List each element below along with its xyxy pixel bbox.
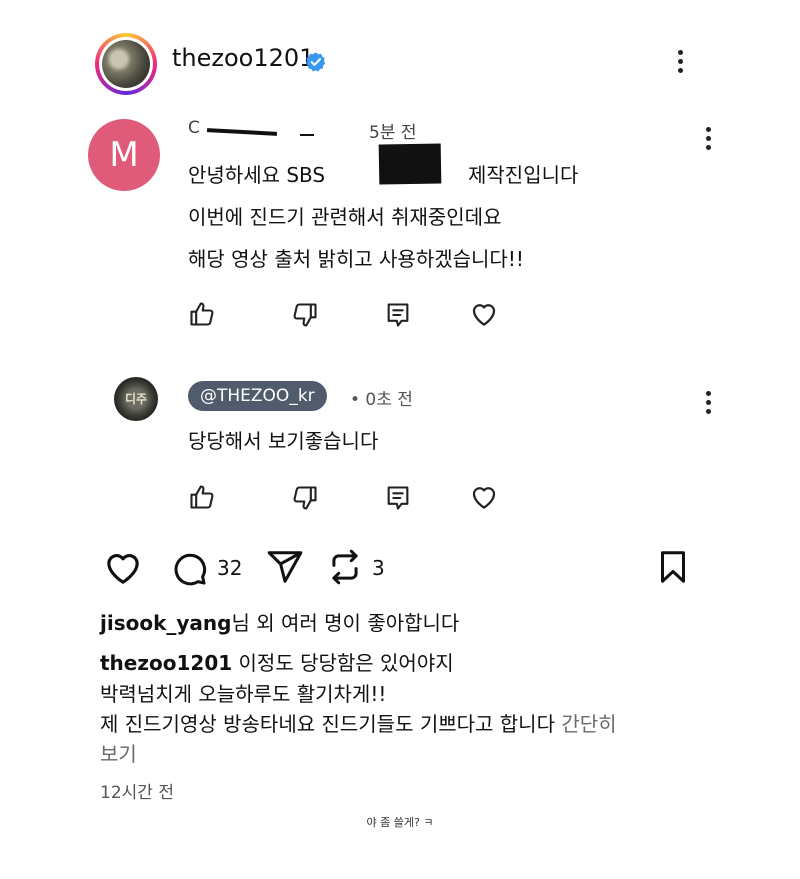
comment-line-1b: 제작진입니다 bbox=[468, 163, 579, 187]
likes-summary: jisook_yang님 외 여러 명이 좋아합니다 bbox=[100, 607, 459, 636]
footnote-caption: 야 좀 쓸게? ㅋ bbox=[366, 816, 434, 829]
comment-icon[interactable] bbox=[170, 549, 208, 587]
thumbs-down-icon[interactable] bbox=[291, 301, 319, 329]
caption-line-3: 제 진드기영상 방송타네요 진드기들도 기쁘다고 합니다 간단히 bbox=[100, 708, 617, 737]
caption-text-3: 제 진드기영상 방송타네요 진드기들도 기쁘다고 합니다 bbox=[100, 712, 555, 736]
likes-suffix: 님 외 여러 명이 좋아합니다 bbox=[231, 611, 460, 635]
reply-avatar[interactable]: 디주 bbox=[114, 377, 158, 421]
likes-user[interactable]: jisook_yang bbox=[100, 611, 231, 635]
redaction-mark bbox=[206, 128, 278, 136]
caption-user[interactable]: thezoo1201 bbox=[100, 651, 232, 675]
like-heart-icon[interactable] bbox=[103, 548, 143, 588]
redaction-mark bbox=[300, 134, 314, 136]
comment-avatar[interactable]: M bbox=[88, 119, 160, 191]
comment-author-partial: C bbox=[188, 118, 200, 138]
share-icon[interactable] bbox=[266, 548, 304, 586]
post-more-options-icon[interactable] bbox=[678, 50, 686, 77]
reply-handle[interactable]: @THEZOO_kr bbox=[188, 381, 327, 411]
comment-meta: C bbox=[188, 118, 200, 138]
reply-time: • 0초 전 bbox=[350, 390, 413, 410]
reply-icon[interactable] bbox=[384, 484, 412, 512]
thumbs-up-icon[interactable] bbox=[188, 300, 216, 328]
heart-icon[interactable] bbox=[469, 482, 499, 512]
caption-text-1: 이정도 당당함은 있어야지 bbox=[238, 651, 454, 675]
reply-more-options-icon[interactable] bbox=[706, 391, 714, 418]
thumbs-down-icon[interactable] bbox=[291, 484, 319, 512]
caption-line-2: 박력넘치게 오늘하루도 활기차게!! bbox=[100, 682, 387, 706]
verified-badge-icon bbox=[305, 52, 326, 72]
comment-line-3: 해당 영상 출처 밝히고 사용하겠습니다!! bbox=[188, 247, 524, 271]
heart-icon[interactable] bbox=[469, 299, 499, 329]
comment-more-options-icon[interactable] bbox=[706, 127, 714, 154]
comment-line-2: 이번에 진드기 관련해서 취재중인데요 bbox=[188, 205, 502, 229]
profile-avatar[interactable] bbox=[95, 33, 157, 95]
thumbs-up-icon[interactable] bbox=[188, 483, 216, 511]
redaction-box bbox=[378, 143, 442, 185]
comment-line-1a: 안녕하세요 SBS bbox=[188, 163, 326, 187]
comment-time: 5분 전 bbox=[369, 123, 417, 143]
show-less-link[interactable]: 간단히 bbox=[561, 712, 616, 736]
caption-line-1: thezoo1201 이정도 당당함은 있어야지 bbox=[100, 647, 454, 676]
reply-icon[interactable] bbox=[384, 301, 412, 329]
post-time: 12시간 전 bbox=[100, 783, 174, 803]
repost-icon[interactable] bbox=[326, 548, 364, 586]
reply-text: 당당해서 보기좋습니다 bbox=[188, 429, 379, 453]
bookmark-icon[interactable] bbox=[655, 548, 691, 586]
repost-count: 3 bbox=[372, 556, 385, 580]
show-less-link-cont[interactable]: 보기 bbox=[100, 738, 137, 767]
comment-count: 32 bbox=[217, 556, 243, 580]
header-username[interactable]: thezoo1201 bbox=[172, 44, 314, 72]
